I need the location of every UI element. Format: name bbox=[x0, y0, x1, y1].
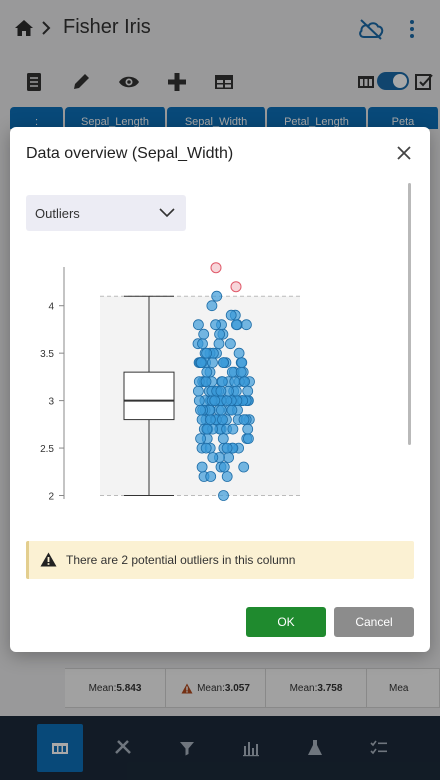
alert-message: There are 2 potential outliers in this c… bbox=[66, 553, 296, 567]
outlier-point bbox=[210, 262, 222, 274]
data-point bbox=[198, 328, 210, 340]
data-point bbox=[238, 414, 250, 426]
data-point bbox=[215, 385, 227, 397]
data-point bbox=[221, 471, 233, 482]
view-mode-select[interactable]: Outliers bbox=[26, 195, 186, 231]
data-point bbox=[207, 357, 218, 368]
data-point bbox=[242, 423, 254, 435]
data-point bbox=[192, 385, 204, 397]
data-point bbox=[209, 395, 221, 407]
data-point bbox=[217, 414, 228, 426]
y-tick-label: 4 bbox=[48, 302, 54, 313]
outlier-alert: There are 2 potential outliers in this c… bbox=[26, 541, 414, 579]
y-tick-label: 2 bbox=[48, 492, 54, 503]
data-point bbox=[195, 404, 206, 416]
data-point bbox=[233, 347, 245, 359]
data-point bbox=[206, 300, 218, 312]
data-point bbox=[236, 357, 248, 368]
data-point bbox=[227, 423, 239, 435]
data-point bbox=[238, 461, 250, 473]
data-point bbox=[196, 461, 208, 473]
close-icon[interactable] bbox=[396, 145, 412, 161]
y-tick-label: 3.5 bbox=[40, 349, 54, 360]
data-point bbox=[217, 433, 229, 445]
data-point bbox=[201, 423, 213, 435]
data-point bbox=[193, 395, 205, 407]
data-point bbox=[195, 433, 207, 445]
data-point bbox=[201, 366, 213, 378]
data-point bbox=[224, 338, 236, 350]
outlier-chart: 2 2.5 3 3.5 4 bbox=[40, 262, 300, 503]
data-point bbox=[240, 319, 252, 331]
data-point bbox=[226, 404, 238, 416]
data-point bbox=[230, 319, 242, 331]
data-point bbox=[197, 338, 208, 350]
ok-button[interactable]: OK bbox=[246, 607, 326, 637]
data-point bbox=[218, 490, 229, 501]
data-point bbox=[211, 290, 223, 302]
cancel-button[interactable]: Cancel bbox=[334, 607, 414, 637]
data-point bbox=[215, 404, 227, 416]
data-point bbox=[242, 433, 254, 445]
data-overview-dialog: Data overview (Sepal_Width) Outliers 2 2.… bbox=[10, 127, 430, 652]
dialog-scrollbar[interactable] bbox=[408, 183, 411, 445]
dialog-title: Data overview (Sepal_Width) bbox=[26, 145, 234, 162]
chevron-down-icon bbox=[159, 208, 175, 218]
data-point bbox=[221, 395, 233, 407]
data-point bbox=[205, 471, 217, 482]
warning-icon bbox=[40, 552, 57, 567]
data-point bbox=[204, 414, 216, 426]
data-point bbox=[216, 376, 228, 387]
data-point bbox=[225, 309, 237, 321]
data-point bbox=[200, 442, 212, 454]
data-point bbox=[195, 357, 207, 368]
data-point bbox=[235, 366, 247, 378]
data-point bbox=[242, 385, 254, 397]
data-point bbox=[207, 452, 219, 463]
y-tick-label: 2.5 bbox=[40, 444, 54, 455]
data-point bbox=[223, 452, 235, 463]
data-point bbox=[218, 461, 230, 473]
data-point bbox=[221, 442, 233, 454]
iqr-box bbox=[123, 371, 175, 421]
data-point bbox=[239, 376, 251, 387]
data-point bbox=[192, 319, 204, 331]
outlier-point bbox=[230, 281, 242, 293]
data-point bbox=[217, 357, 229, 368]
data-point bbox=[214, 328, 226, 340]
data-point bbox=[229, 376, 241, 387]
data-point bbox=[213, 338, 225, 350]
data-point bbox=[201, 347, 213, 359]
data-point bbox=[200, 376, 212, 387]
view-mode-select-value: Outliers bbox=[35, 206, 80, 221]
data-point bbox=[210, 319, 222, 331]
y-tick-label: 3 bbox=[48, 397, 54, 408]
